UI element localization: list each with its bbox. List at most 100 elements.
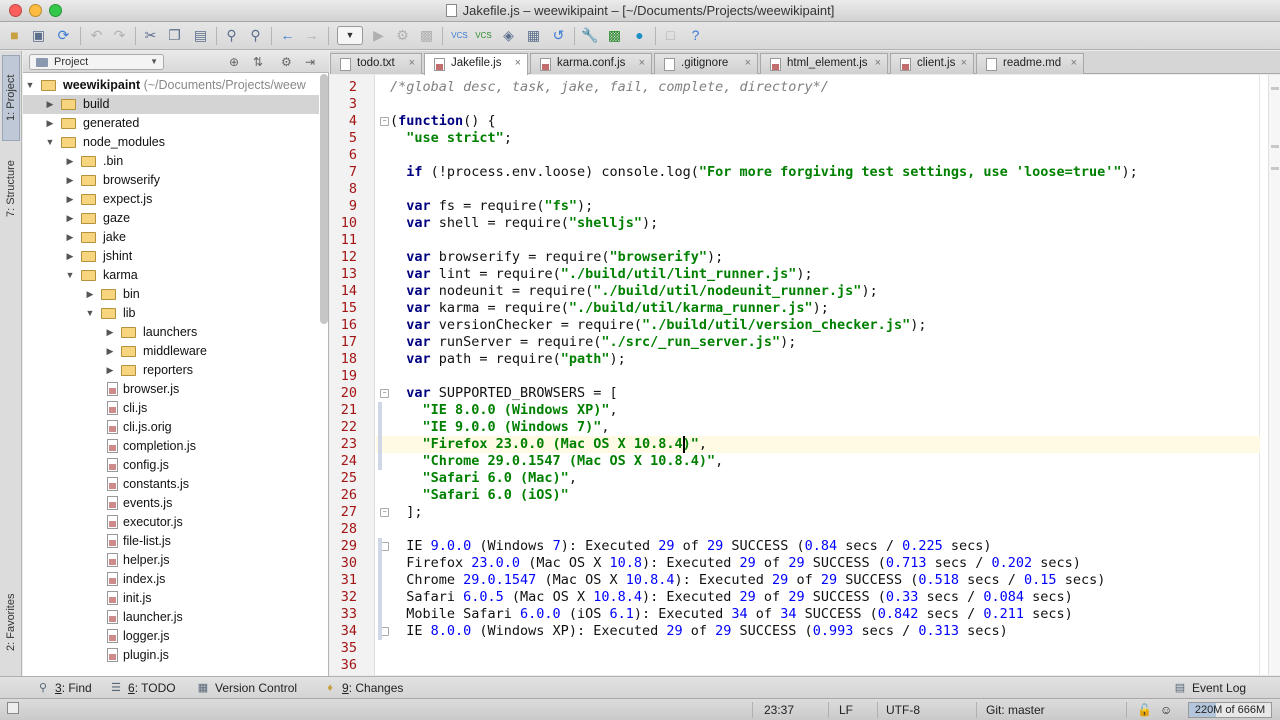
event-log-button[interactable]: ▤ Event Log: [1173, 680, 1246, 696]
tree-file-item[interactable]: helper.js: [23, 551, 319, 570]
memory-indicator[interactable]: 220M of 666M: [1188, 702, 1272, 718]
presentation-icon[interactable]: □: [662, 27, 679, 44]
code-line[interactable]: Safari 6.0.5 (Mac OS X 10.8.4): Executed…: [390, 589, 1073, 606]
close-tab-icon[interactable]: ×: [875, 54, 881, 73]
code-line[interactable]: var versionChecker = require("./build/ut…: [390, 317, 926, 334]
code-line[interactable]: Firefox 23.0.0 (Mac OS X 10.8): Executed…: [390, 555, 1081, 572]
todo-tool-button[interactable]: ☰ 6: TODO: [109, 680, 176, 696]
current-code-line[interactable]: "Firefox 23.0.0 (Mac OS X 10.8.4)",: [376, 436, 1260, 453]
project-view-selector[interactable]: Project ▼: [29, 54, 164, 70]
code-line[interactable]: if (!process.env.loose) console.log("For…: [390, 164, 1138, 181]
status-toggle-icon[interactable]: [7, 702, 19, 714]
tree-file-item[interactable]: plugin.js: [23, 646, 319, 665]
code-line[interactable]: "IE 8.0.0 (Windows XP)",: [390, 402, 618, 419]
file-encoding[interactable]: UTF-8: [886, 703, 920, 717]
tree-folder-item[interactable]: ▶ middleware: [23, 342, 319, 361]
fold-marker-icon[interactable]: −: [380, 117, 389, 126]
tab-todo-txt[interactable]: todo.txt ×: [330, 53, 422, 74]
gear-icon[interactable]: ⚙: [281, 55, 292, 69]
changes-tool-button[interactable]: ♦ 9: Changes: [323, 680, 403, 696]
locate-target-icon[interactable]: ⊕: [229, 55, 239, 69]
collapsed-arrow-icon[interactable]: ▶: [105, 323, 115, 342]
code-line[interactable]: var browserify = require("browserify");: [390, 249, 723, 266]
tree-file-item[interactable]: browser.js: [23, 380, 319, 399]
fold-marker-icon[interactable]: −: [380, 508, 389, 517]
open-folder-icon[interactable]: ■: [6, 27, 23, 44]
expanded-arrow-icon[interactable]: ▼: [45, 133, 55, 152]
vcs-change-marker[interactable]: [378, 538, 382, 640]
compare-icon[interactable]: ▦: [525, 27, 542, 44]
back-icon[interactable]: ←: [279, 27, 296, 44]
version-control-tool-button[interactable]: ▦ Version Control: [196, 680, 297, 696]
code-line[interactable]: Mobile Safari 6.0.0 (iOS 6.1): Executed …: [390, 606, 1073, 623]
revert-icon[interactable]: ↺: [550, 27, 567, 44]
code-line[interactable]: /*global desc, task, jake, fail, complet…: [390, 79, 829, 96]
code-line[interactable]: IE 8.0.0 (Windows XP): Executed 29 of 29…: [390, 623, 1008, 640]
tree-file-item[interactable]: launcher.js: [23, 608, 319, 627]
hide-panel-icon[interactable]: ⇥: [305, 55, 315, 69]
project-structure-icon[interactable]: ▩: [606, 27, 623, 44]
replace-icon[interactable]: ⚲: [247, 27, 264, 44]
tree-folder-item[interactable]: ▶ browserify: [23, 171, 319, 190]
expanded-arrow-icon[interactable]: ▼: [85, 304, 95, 323]
tree-file-item[interactable]: constants.js: [23, 475, 319, 494]
vcs-commit-icon[interactable]: VCS: [475, 27, 492, 44]
settings-icon[interactable]: 🔧: [581, 27, 598, 44]
code-line[interactable]: var path = require("path");: [390, 351, 625, 368]
tree-file-item[interactable]: file-list.js: [23, 532, 319, 551]
tree-folder-item[interactable]: ▶ expect.js: [23, 190, 319, 209]
vcs-change-marker[interactable]: [378, 402, 382, 470]
close-tab-icon[interactable]: ×: [961, 54, 967, 73]
cut-icon[interactable]: ✂: [142, 27, 159, 44]
redo-icon[interactable]: ↷: [111, 27, 128, 44]
caret-position[interactable]: 23:37: [764, 703, 794, 717]
code-line[interactable]: "Safari 6.0 (iOS)": [390, 487, 569, 504]
tree-folder-item[interactable]: ▶ generated: [23, 114, 319, 133]
stripe-marker[interactable]: [1271, 87, 1279, 90]
close-tab-icon[interactable]: ×: [515, 54, 521, 73]
help-icon[interactable]: ?: [687, 27, 704, 44]
collapse-all-icon[interactable]: ⇅: [253, 55, 263, 69]
code-line[interactable]: var SUPPORTED_BROWSERS = [: [390, 385, 617, 402]
code-line[interactable]: Chrome 29.0.1547 (Mac OS X 10.8.4): Exec…: [390, 572, 1105, 589]
run-configuration-select[interactable]: ▼: [337, 26, 363, 45]
tree-folder-item[interactable]: ▶ jshint: [23, 247, 319, 266]
vcs-update-icon[interactable]: VCS: [451, 27, 468, 44]
paste-icon[interactable]: ▤: [192, 27, 209, 44]
tree-root[interactable]: ▼ weewikipaint (~/Documents/Projects/wee…: [23, 76, 319, 95]
tree-file-item[interactable]: config.js: [23, 456, 319, 475]
tree-folder-item[interactable]: ▶ build: [23, 95, 319, 114]
code-line[interactable]: var runServer = require("./src/_run_serv…: [390, 334, 796, 351]
code-line[interactable]: "Chrome 29.0.1547 (Mac OS X 10.8.4)",: [390, 453, 724, 470]
save-all-icon[interactable]: ▣: [30, 27, 47, 44]
code-line[interactable]: var karma = require("./build/util/karma_…: [390, 300, 829, 317]
expanded-arrow-icon[interactable]: ▼: [65, 266, 75, 285]
expanded-arrow-icon[interactable]: ▼: [25, 76, 35, 95]
tab-project[interactable]: 1: Project: [2, 55, 20, 141]
editor-error-stripe[interactable]: [1268, 75, 1280, 675]
code-editor[interactable]: 2 3 4 5 6 7 8 9 10 11 12 13 14 15 16 17 18 19 20 21 22 23 24 25…: [330, 75, 1280, 675]
tree-file-item[interactable]: completion.js: [23, 437, 319, 456]
vcs-operations-icon[interactable]: ◈: [500, 27, 517, 44]
fold-marker-icon[interactable]: −: [380, 389, 389, 398]
tree-file-item[interactable]: logger.js: [23, 627, 319, 646]
collapsed-arrow-icon[interactable]: ▶: [45, 95, 55, 114]
close-tab-icon[interactable]: ×: [409, 54, 415, 73]
code-line[interactable]: IE 9.0.0 (Windows 7): Executed 29 of 29 …: [390, 538, 991, 555]
forward-icon[interactable]: →: [303, 27, 320, 44]
tab-structure[interactable]: 7: Structure: [2, 147, 20, 231]
collapsed-arrow-icon[interactable]: ▶: [65, 152, 75, 171]
code-line[interactable]: var lint = require("./build/util/lint_ru…: [390, 266, 812, 283]
collapsed-arrow-icon[interactable]: ▶: [65, 209, 75, 228]
code-line[interactable]: var fs = require("fs");: [390, 198, 593, 215]
close-tab-icon[interactable]: ×: [1071, 54, 1077, 73]
tree-folder-item[interactable]: ▼ lib: [23, 304, 319, 323]
tree-file-item[interactable]: events.js: [23, 494, 319, 513]
tree-folder-item[interactable]: ▶ .bin: [23, 152, 319, 171]
tree-scrollbar[interactable]: [320, 74, 328, 324]
tree-folder-item[interactable]: ▶ bin: [23, 285, 319, 304]
vcs-branch[interactable]: Git: master: [986, 703, 1045, 717]
tab-jakefile-js[interactable]: Jakefile.js ×: [424, 53, 528, 75]
tree-file-item[interactable]: cli.js: [23, 399, 319, 418]
tree-folder-item[interactable]: ▼ karma: [23, 266, 319, 285]
